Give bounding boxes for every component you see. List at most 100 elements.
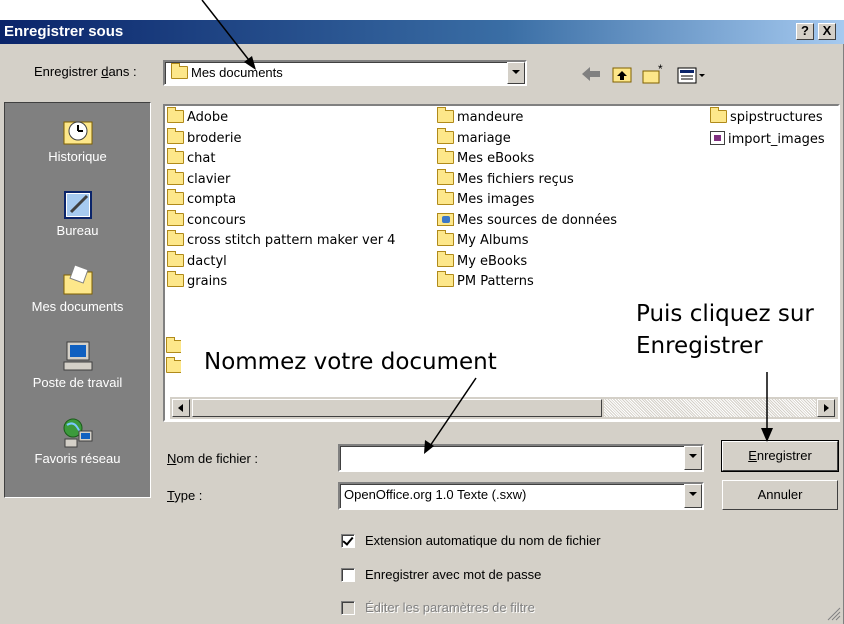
chevron-down-icon[interactable] [507,62,525,84]
background-top [0,0,844,20]
place-my-computer[interactable]: Poste de travail [5,339,150,390]
scroll-track[interactable] [604,399,816,417]
list-item[interactable]: import_images [710,130,825,151]
list-item[interactable]: grains [167,271,227,294]
file-list-hscrollbar[interactable] [170,397,838,419]
my-computer-icon [63,341,92,371]
list-item[interactable]: My Albums [437,230,529,253]
list-item[interactable]: concours [167,209,246,233]
list-item-label: Mes fichiers reçus [457,171,574,187]
list-item-label: My Albums [457,233,529,248]
list-item-label: dactyl [187,253,227,269]
list-item[interactable]: PM Patterns [437,271,534,294]
list-item-label: chat [187,151,216,166]
folder-icon [167,168,184,185]
scroll-left-button[interactable] [172,399,190,417]
list-item[interactable]: Mes eBooks [437,148,535,171]
save-in-value: Mes documents [191,65,283,80]
toolbar: * [582,63,705,84]
filetype-dropdown-icon[interactable] [684,484,702,508]
desktop-icon [63,191,92,219]
list-item-label: import_images [728,131,825,147]
list-item-label: mariage [457,130,511,146]
annotation-click-line2: Enregistrer [636,333,763,359]
resize-grip-icon[interactable] [824,604,842,622]
scroll-right-button[interactable] [817,399,835,417]
password-label: Enregistrer avec mot de passe [365,567,542,582]
dialog-title: Enregistrer sous [4,23,124,40]
folder-icon [167,189,184,205]
list-item[interactable]: cross stitch pattern maker ver 4 [167,230,396,253]
folder-icon [437,168,454,185]
folder-icon [167,230,184,246]
new-folder-icon[interactable]: * [642,63,663,84]
folder-icon [167,127,184,144]
place-history[interactable]: Historique [5,113,150,164]
list-item-label: mandeure [457,110,524,125]
save-in-label: Enregistrer dans : [34,64,137,79]
folder-icon [437,107,454,123]
place-desktop[interactable]: Bureau [5,187,150,238]
document-icon [710,130,725,145]
list-item[interactable]: clavier [167,168,231,192]
view-menu-icon[interactable] [677,67,705,84]
close-button[interactable]: X [818,23,836,40]
list-item[interactable]: Adobe [167,107,229,130]
folder-icon [437,271,454,287]
list-item[interactable]: mandeure [437,107,524,130]
list-item-label: concours [187,212,246,228]
back-arrow-icon[interactable] [582,67,600,81]
network-places-icon [63,418,92,448]
list-item-label: compta [187,192,237,207]
save-in-dropdown[interactable]: Mes documents [163,60,527,86]
history-icon [63,121,92,145]
scroll-thumb[interactable] [192,399,602,417]
list-item-label: Mes eBooks [457,151,535,166]
folder-icon [167,250,184,267]
folder-icon [167,271,184,287]
auto-extension-checkbox[interactable] [341,534,355,548]
folder-icon [167,209,184,226]
folder-icon [437,230,454,246]
list-item-label: clavier [187,171,231,187]
filetype-label: Type : [167,488,203,503]
place-network[interactable]: Favoris réseau [5,415,150,466]
list-item-label: Adobe [187,110,229,125]
up-folder-icon[interactable] [612,67,632,83]
list-item-label: Mes images [457,192,535,207]
list-item-label: My eBooks [457,253,528,269]
places-bar: Historique Bureau Mes documents Poste de… [4,102,151,498]
list-item[interactable]: broderie [167,127,242,151]
folder-icon [167,148,184,164]
list-item-label: spipstructures [730,110,823,125]
list-item[interactable]: Mes sources de données [437,212,617,233]
list-item-label: PM Patterns [457,274,534,289]
scroll-right-arrow-icon [824,404,829,412]
filename-input[interactable] [338,444,704,472]
folder-icon [437,250,454,267]
list-item-label: cross stitch pattern maker ver 4 [187,233,396,248]
list-item[interactable]: mariage [437,127,511,151]
filetype-select[interactable]: OpenOffice.org 1.0 Texte (.sxw) [338,482,704,510]
scroll-left-arrow-icon [178,404,183,412]
filename-label: Nom de fichier : [167,451,259,466]
filename-dropdown-icon[interactable] [684,446,702,470]
my-documents-icon [63,264,92,295]
list-item[interactable]: Mes images [437,189,535,212]
list-item[interactable]: Mes fichiers reçus [437,168,574,192]
data-source-folder-icon [437,212,454,226]
cancel-button[interactable]: Annuler [722,480,838,510]
folder-icon [710,107,727,123]
svg-text:*: * [658,63,663,76]
filter-settings-checkbox [341,601,355,615]
list-item-label: broderie [187,130,242,146]
annotation-click-line1: Puis cliquez sur [636,301,814,327]
place-my-documents[interactable]: Mes documents [5,263,150,314]
password-checkbox[interactable] [341,568,355,582]
save-button[interactable]: Enregistrer [721,440,839,472]
help-button[interactable]: ? [796,23,814,40]
list-item[interactable]: spipstructures [710,107,823,130]
list-item[interactable]: My eBooks [437,250,528,274]
folder-icon [167,107,184,123]
list-item[interactable]: compta [167,189,237,212]
